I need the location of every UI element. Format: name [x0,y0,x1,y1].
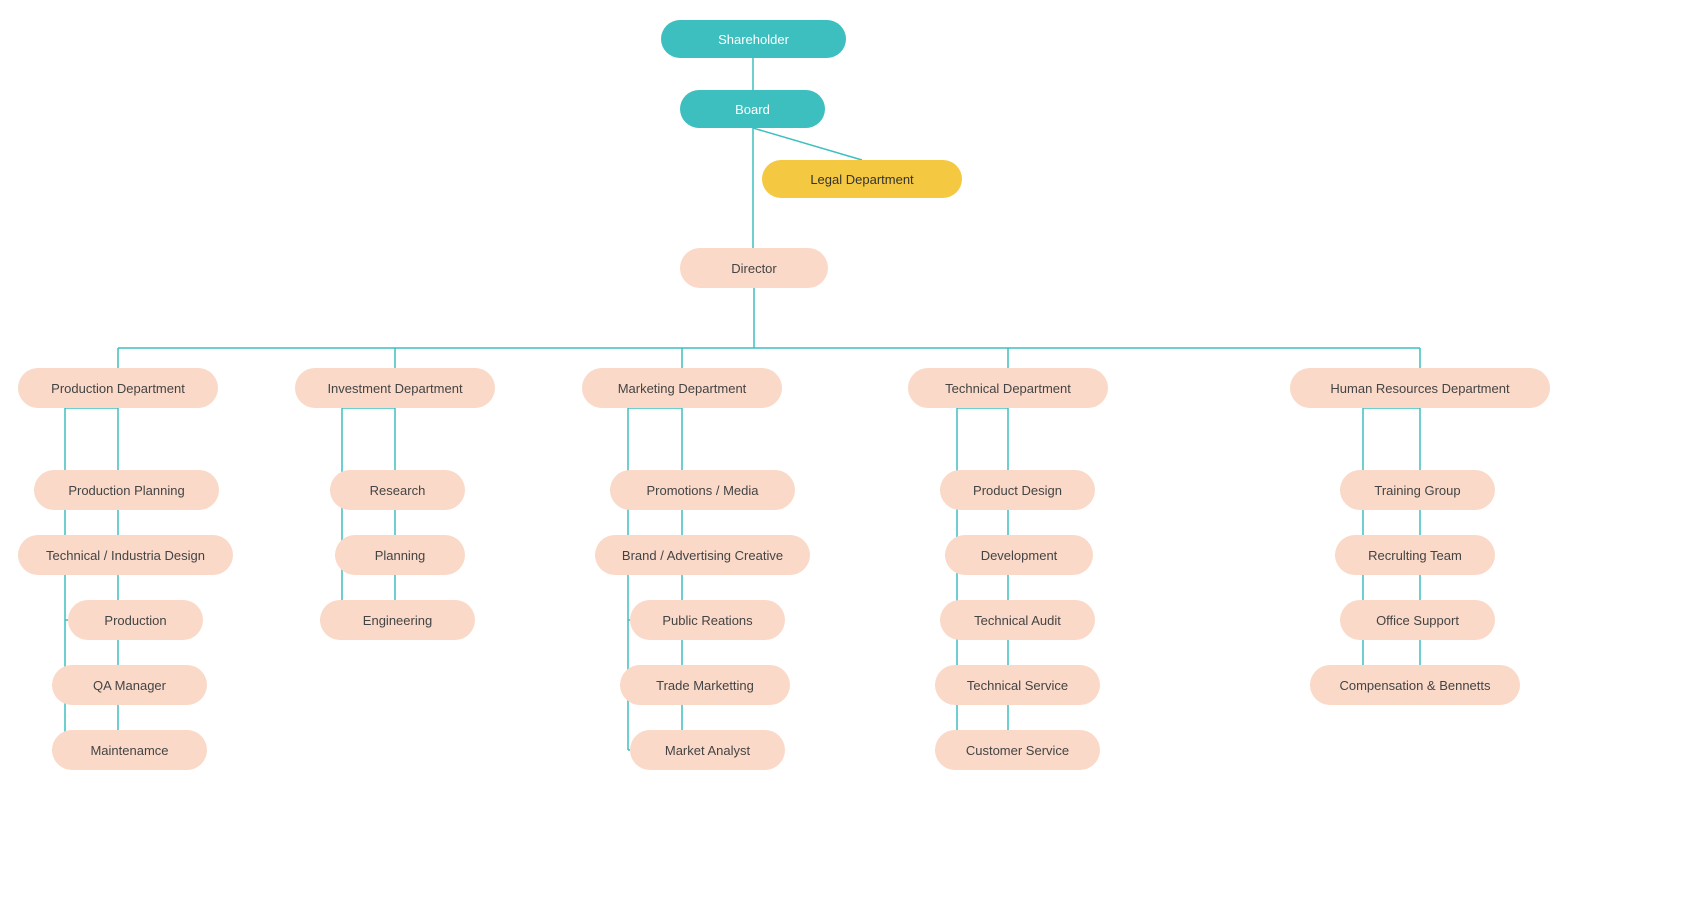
node-director: Director [680,248,828,288]
node-comp_ben: Compensation & Bennetts [1310,665,1520,705]
node-prod_plan: Production Planning [34,470,219,510]
node-tech_ind: Technical / Industria Design [18,535,233,575]
node-tech_service: Technical Service [935,665,1100,705]
node-board: Board [680,90,825,128]
node-tech_dept: Technical Department [908,368,1108,408]
node-invest_dept: Investment Department [295,368,495,408]
node-production: Production [68,600,203,640]
node-cust_service: Customer Service [935,730,1100,770]
node-mkt_analyst: Market Analyst [630,730,785,770]
node-maint: Maintenamce [52,730,207,770]
node-research: Research [330,470,465,510]
node-office_sup: Office Support [1340,600,1495,640]
org-chart: Shareholder Board Legal Department Director… [0,0,1704,902]
node-shareholder: Shareholder [661,20,846,58]
node-engineering: Engineering [320,600,475,640]
node-mkt_dept: Marketing Department [582,368,782,408]
node-pub_rel: Public Reations [630,600,785,640]
node-training: Training Group [1340,470,1495,510]
node-hr_dept: Human Resources Department [1290,368,1550,408]
connectors-svg [0,0,1704,902]
node-qa_mgr: QA Manager [52,665,207,705]
node-prod_design: Product Design [940,470,1095,510]
node-recruiting: Recrulting Team [1335,535,1495,575]
node-planning: Planning [335,535,465,575]
node-development: Development [945,535,1093,575]
node-prod_dept: Production Department [18,368,218,408]
node-trade_mkt: Trade Marketting [620,665,790,705]
node-promo_media: Promotions / Media [610,470,795,510]
node-legal: Legal Department [762,160,962,198]
node-tech_audit: Technical Audit [940,600,1095,640]
node-brand_adv: Brand / Advertising Creative [595,535,810,575]
